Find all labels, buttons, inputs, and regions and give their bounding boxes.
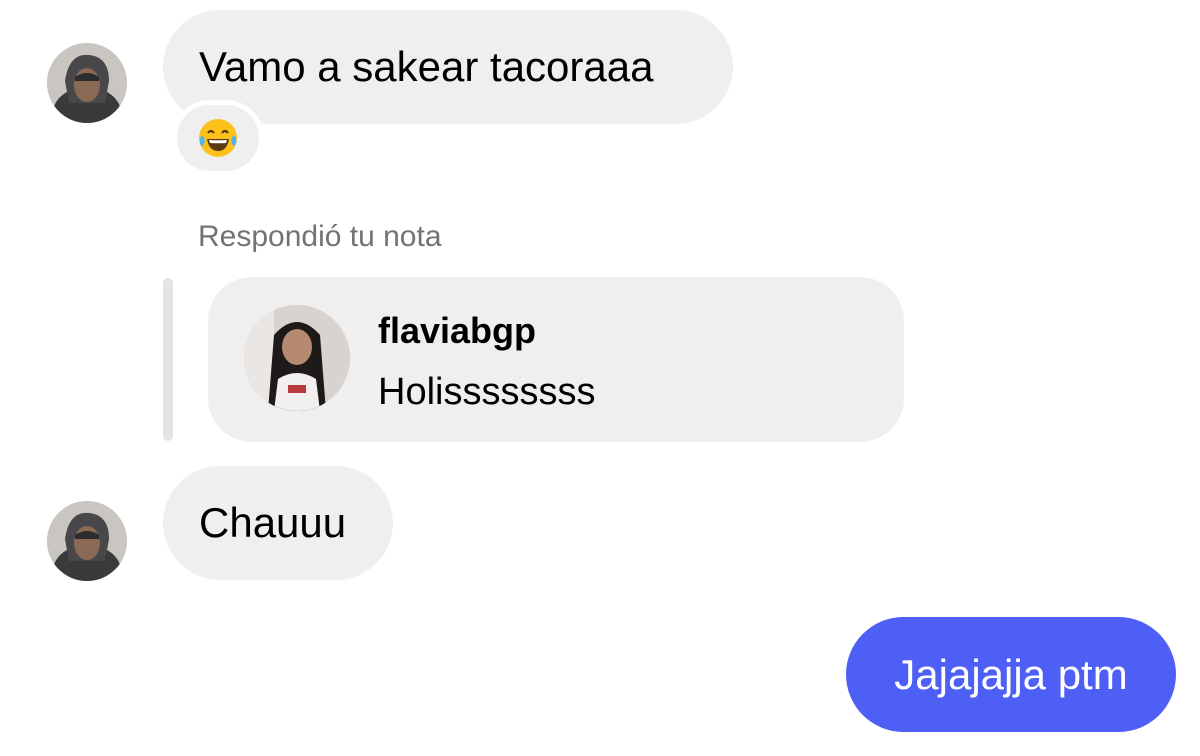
laughing-tears-emoji-icon (199, 119, 237, 157)
message-text: Vamo a sakear tacoraaa (199, 43, 654, 90)
note-text: Holissssssss (378, 371, 596, 413)
message-reaction[interactable] (172, 100, 264, 176)
incoming-message-bubble[interactable]: Chauuu (163, 466, 393, 580)
quote-indicator-bar (163, 278, 173, 441)
note-author-avatar (244, 305, 350, 411)
note-author-username: flaviabgp (378, 310, 537, 351)
avatar-photo (47, 43, 127, 123)
sender-avatar[interactable] (47, 501, 127, 581)
chat-thread: Vamo a sakear tacoraaa Respondió tu nota (0, 0, 1200, 756)
message-text: Chauuu (199, 499, 347, 546)
note-avatar-photo (244, 305, 350, 411)
avatar-photo (47, 501, 127, 581)
reply-context-label: Respondió tu nota (198, 220, 442, 253)
sender-avatar[interactable] (47, 43, 127, 123)
outgoing-message-bubble[interactable]: Jajajajja ptm (846, 617, 1176, 732)
replied-note-card[interactable]: flaviabgp Holissssssss (208, 277, 904, 442)
message-text: Jajajajja ptm (894, 650, 1128, 698)
